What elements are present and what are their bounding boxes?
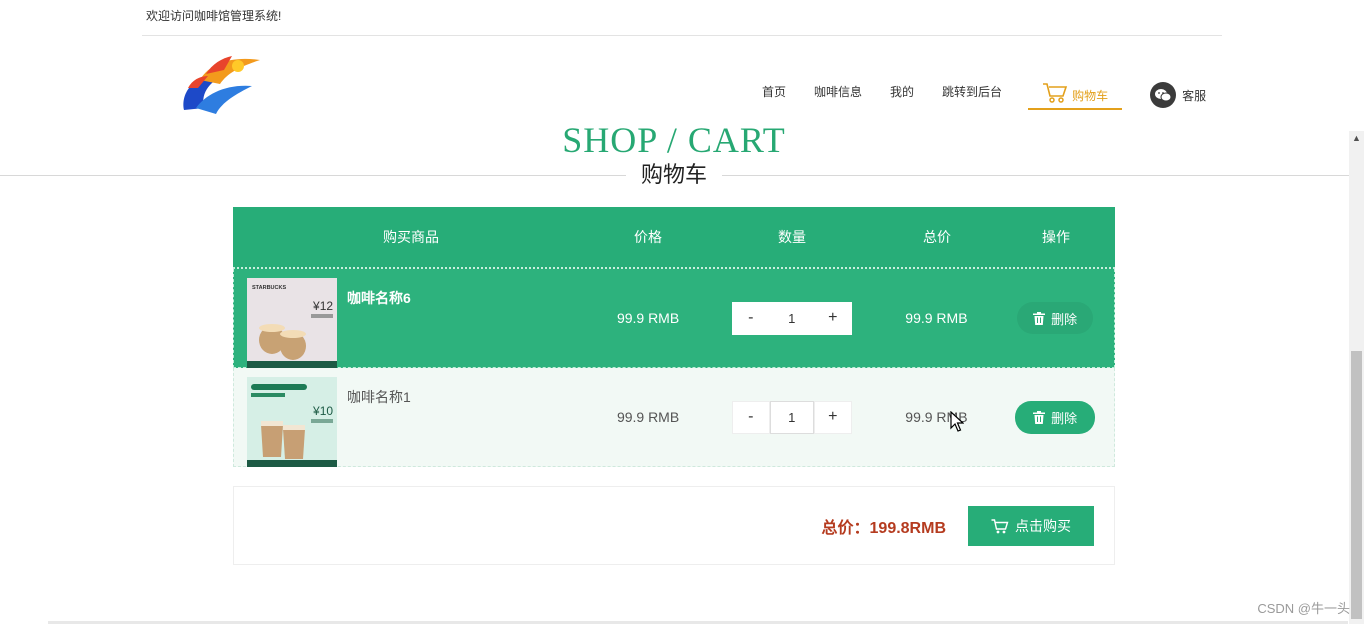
product-name[interactable]: 咖啡名称1 bbox=[347, 387, 411, 407]
quantity-input[interactable] bbox=[769, 301, 814, 335]
image-price-text: 12 bbox=[320, 299, 334, 313]
buy-label: 点击购买 bbox=[1015, 518, 1071, 534]
vertical-scrollbar[interactable]: ▲ bbox=[1349, 131, 1364, 624]
cart-icon bbox=[1043, 83, 1068, 103]
nav-service[interactable]: 客服 bbox=[1136, 82, 1220, 110]
quantity-stepper: - + bbox=[707, 301, 877, 335]
quantity-stepper: - + bbox=[707, 400, 877, 434]
product-name[interactable]: 咖啡名称6 bbox=[347, 288, 411, 308]
top-bar: 欢迎访问咖啡馆管理系统! bbox=[142, 0, 1222, 36]
wechat-icon bbox=[1150, 82, 1177, 108]
decrease-button[interactable]: - bbox=[731, 400, 770, 434]
header-total: 总价 bbox=[923, 229, 951, 245]
header-product: 购买商品 bbox=[383, 229, 439, 245]
price-cell: 99.9 RMB bbox=[616, 310, 680, 326]
header-price: 价格 bbox=[634, 229, 662, 245]
site-logo[interactable] bbox=[176, 50, 266, 118]
total-cell: 99.9 RMB bbox=[905, 310, 968, 326]
product-cell: STARBUCKS ¥12 咖啡名称6 bbox=[234, 269, 589, 368]
header-op: 操作 bbox=[1042, 229, 1070, 245]
decrease-button[interactable]: - bbox=[731, 301, 770, 335]
cart-table: 购买商品 价格 数量 总价 操作 STARBUCKS ¥12 咖啡名称6 99.… bbox=[233, 207, 1115, 467]
welcome-text: 欢迎访问咖啡馆管理系统! bbox=[146, 9, 282, 23]
page-title-cn: 购物车 bbox=[626, 160, 722, 190]
cart-icon bbox=[991, 518, 1009, 533]
nav-service-label: 客服 bbox=[1182, 88, 1207, 103]
quantity-input[interactable] bbox=[769, 400, 814, 434]
trash-icon bbox=[1033, 311, 1046, 325]
table-row: ¥10 咖啡名称1 99.9 RMB - + 99.9 RMB bbox=[233, 368, 1115, 467]
svg-text:¥10: ¥10 bbox=[312, 404, 333, 418]
svg-text:¥12: ¥12 bbox=[312, 299, 333, 313]
trash-icon bbox=[1033, 410, 1046, 424]
total-cell: 99.9 RMB bbox=[905, 409, 968, 425]
watermark: CSDN @牛一头 bbox=[1257, 601, 1350, 616]
product-cell: ¥10 咖啡名称1 bbox=[234, 368, 589, 467]
delete-button[interactable]: 删除 bbox=[1017, 302, 1094, 334]
buy-button[interactable]: 点击购买 bbox=[968, 506, 1094, 546]
op-cell: 删除 bbox=[996, 302, 1114, 334]
image-price-text: 10 bbox=[320, 404, 334, 418]
scroll-up-arrow-icon[interactable]: ▲ bbox=[1352, 133, 1361, 143]
main-nav: 首页 咖啡信息 我的 跳转到后台 购物车 客服 bbox=[748, 76, 1220, 110]
price-cell: 99.9 RMB bbox=[616, 409, 680, 425]
product-image[interactable]: STARBUCKS ¥12 bbox=[247, 278, 337, 368]
product-image[interactable]: ¥10 bbox=[247, 377, 337, 467]
cart-summary: 总价：199.8RMB 点击购买 bbox=[233, 486, 1115, 565]
nav-home[interactable]: 首页 bbox=[748, 83, 800, 110]
nav-cart-label: 购物车 bbox=[1072, 89, 1109, 103]
increase-button[interactable]: + bbox=[813, 301, 852, 335]
mouse-cursor-icon bbox=[950, 411, 964, 432]
increase-button[interactable]: + bbox=[813, 400, 852, 434]
page-title-en: SHOP / CART bbox=[562, 120, 786, 156]
header-qty: 数量 bbox=[778, 229, 806, 245]
nav-coffee-info[interactable]: 咖啡信息 bbox=[800, 83, 876, 110]
delete-button[interactable]: 删除 bbox=[1015, 400, 1096, 434]
delete-label: 删除 bbox=[1051, 410, 1078, 426]
scrollbar-thumb[interactable] bbox=[1351, 351, 1362, 619]
nav-mine[interactable]: 我的 bbox=[876, 83, 928, 110]
grand-total: 总价：199.8RMB bbox=[821, 520, 946, 537]
table-row: STARBUCKS ¥12 咖啡名称6 99.9 RMB - + 99.9 RM… bbox=[233, 269, 1115, 368]
cart-header-row: 购买商品 价格 数量 总价 操作 bbox=[233, 207, 1115, 269]
delete-label: 删除 bbox=[1051, 311, 1078, 327]
image-brand-text: STARBUCKS bbox=[252, 285, 286, 291]
nav-admin[interactable]: 跳转到后台 bbox=[928, 83, 1016, 110]
nav-cart[interactable]: 购物车 bbox=[1028, 82, 1123, 110]
op-cell: 删除 bbox=[996, 400, 1114, 434]
